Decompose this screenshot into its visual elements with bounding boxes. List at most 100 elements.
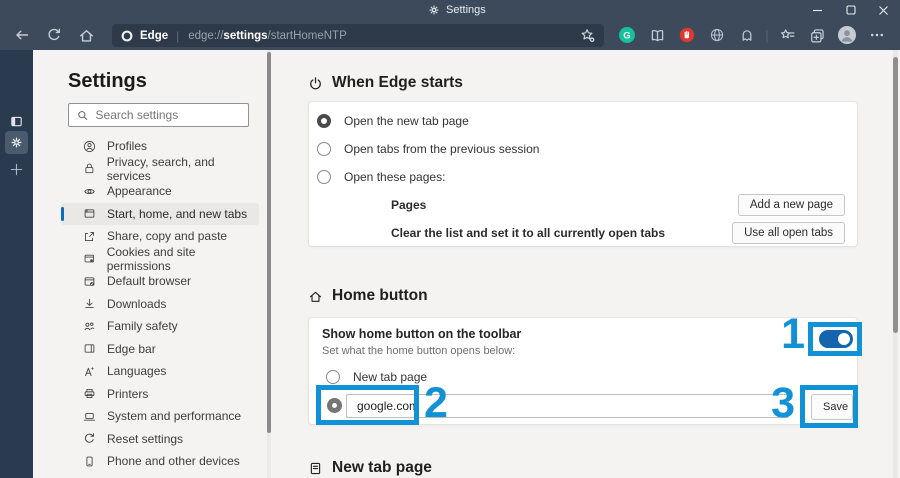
tab-title: Settings (446, 4, 486, 16)
search-settings-input[interactable] (96, 108, 240, 122)
reset-settings-icon (83, 432, 96, 445)
favorite-star-gear-icon[interactable] (579, 27, 596, 44)
url-separator: | (176, 29, 179, 43)
clear-list-label: Clear the list and set it to all current… (391, 226, 665, 240)
vertical-tabs-button[interactable] (5, 110, 28, 133)
sidebar-item-edge-bar[interactable]: Edge bar (61, 338, 259, 361)
save-button[interactable]: Save (811, 394, 853, 420)
phone-devices-icon (83, 455, 96, 468)
sidebar-scrollbar-thumb[interactable] (267, 52, 271, 433)
collections-button[interactable] (802, 23, 832, 47)
sidebar-item-label: Downloads (107, 297, 166, 311)
title-bar: Settings (0, 0, 900, 20)
ghost-icon (739, 27, 755, 43)
sidebar-item-start-home-new-tabs[interactable]: Start, home, and new tabs (61, 203, 259, 226)
edge-logo-icon (120, 29, 134, 43)
start-home-tabs-icon (83, 207, 96, 220)
content-blocker-extension-button[interactable] (672, 23, 702, 47)
new-tab-button[interactable] (5, 158, 28, 181)
toggle-knob (838, 333, 850, 345)
sidebar-item-languages[interactable]: Languages (61, 360, 259, 383)
collections-icon (809, 27, 826, 44)
close-button[interactable] (867, 0, 900, 20)
sidebar-item-label: Start, home, and new tabs (107, 207, 247, 221)
back-icon (14, 27, 30, 43)
family-safety-icon (83, 320, 96, 333)
home-page-url-input[interactable] (346, 394, 789, 418)
when-edge-starts-header: When Edge starts (308, 71, 463, 95)
printers-icon (83, 387, 96, 400)
sidebar-item-printers[interactable]: Printers (61, 383, 259, 406)
more-menu-button[interactable] (862, 23, 892, 47)
sidebar-item-label: Privacy, search, and services (107, 155, 259, 183)
home-button-toolbar[interactable] (74, 23, 98, 47)
globe-extension-button[interactable] (702, 23, 732, 47)
favorites-hub-button[interactable] (772, 23, 802, 47)
sidebar-item-reset-settings[interactable]: Reset settings (61, 428, 259, 451)
grammarly-extension-button[interactable]: G (612, 23, 642, 47)
avatar-icon (838, 26, 856, 44)
sidebar-item-default-browser[interactable]: Default browser (61, 270, 259, 293)
radio-new-tab-page[interactable]: New tab page (318, 363, 427, 391)
settings-gear-icon (428, 4, 440, 16)
active-item-indicator (61, 207, 64, 221)
settings-gear-icon (10, 136, 23, 149)
back-button[interactable] (10, 23, 34, 47)
sidebar-item-family-safety[interactable]: Family safety (61, 315, 259, 338)
plus-icon (10, 163, 23, 176)
system-performance-icon (83, 410, 96, 423)
radio-custom-url[interactable] (327, 398, 342, 413)
clear-list-row: Clear the list and set it to all current… (309, 222, 857, 245)
radio-open-these-pages[interactable]: Open these pages: (309, 163, 445, 191)
show-home-button-toggle[interactable] (819, 330, 853, 348)
radio-unselected-icon[interactable] (317, 142, 331, 156)
ghostery-extension-button[interactable] (732, 23, 762, 47)
sidebar-item-label: Cookies and site permissions (107, 245, 259, 273)
use-all-open-tabs-button[interactable]: Use all open tabs (732, 222, 845, 244)
reading-list-extension-button[interactable] (642, 23, 672, 47)
sidebar-item-label: System and performance (107, 409, 241, 423)
languages-icon (83, 365, 96, 378)
refresh-button[interactable] (42, 23, 66, 47)
add-new-page-button[interactable]: Add a new page (738, 194, 845, 216)
sidebar-item-cookies[interactable]: Cookies and site permissions (61, 248, 259, 271)
sidebar-item-appearance[interactable]: Appearance (61, 180, 259, 203)
maximize-button[interactable] (834, 0, 867, 20)
radio-unselected-icon[interactable] (326, 370, 340, 384)
home-button-header: Home button (308, 284, 428, 308)
share-icon (83, 230, 96, 243)
page-scrollbar-thumb[interactable] (893, 57, 898, 333)
refresh-icon (46, 27, 62, 43)
new-tab-page-header: New tab page (308, 456, 432, 478)
minimize-button[interactable] (801, 0, 834, 20)
maximize-icon (846, 5, 856, 15)
home-button-card: Show home button on the toolbar Set what… (308, 317, 858, 425)
sidebar-item-label: Reset settings (107, 432, 183, 446)
sidebar-item-system-performance[interactable]: System and performance (61, 405, 259, 428)
privacy-icon (83, 162, 96, 175)
radio-selected-icon[interactable] (317, 114, 331, 128)
default-browser-icon (83, 275, 96, 288)
toolbar-separator: | (762, 28, 772, 43)
radio-open-new-tab-page[interactable]: Open the new tab page (309, 107, 469, 135)
radio-unselected-icon[interactable] (317, 170, 331, 184)
radio-open-previous-session[interactable]: Open tabs from the previous session (309, 135, 539, 163)
sidebar-item-phone-devices[interactable]: Phone and other devices (61, 450, 259, 473)
settings-tab-strip-button[interactable] (5, 131, 28, 154)
search-settings-box[interactable] (68, 103, 249, 127)
url-field[interactable]: Edge | edge://settings/startHomeNTP (112, 24, 604, 47)
power-icon (308, 76, 323, 91)
sidebar-item-downloads[interactable]: Downloads (61, 293, 259, 316)
active-tab[interactable]: Settings (428, 0, 486, 20)
url-text: edge://settings/startHomeNTP (188, 30, 579, 42)
home-icon (78, 27, 95, 44)
sidebar-item-privacy[interactable]: Privacy, search, and services (61, 158, 259, 181)
minimize-icon (812, 5, 823, 16)
downloads-icon (83, 297, 96, 310)
browser-name: Edge (140, 30, 168, 42)
edge-bar-icon (83, 342, 96, 355)
sidebar-item-label: Printers (107, 387, 148, 401)
show-home-button-label: Show home button on the toolbar (322, 327, 521, 341)
sidebar-item-label: Family safety (107, 319, 178, 333)
profile-button[interactable] (832, 23, 862, 47)
